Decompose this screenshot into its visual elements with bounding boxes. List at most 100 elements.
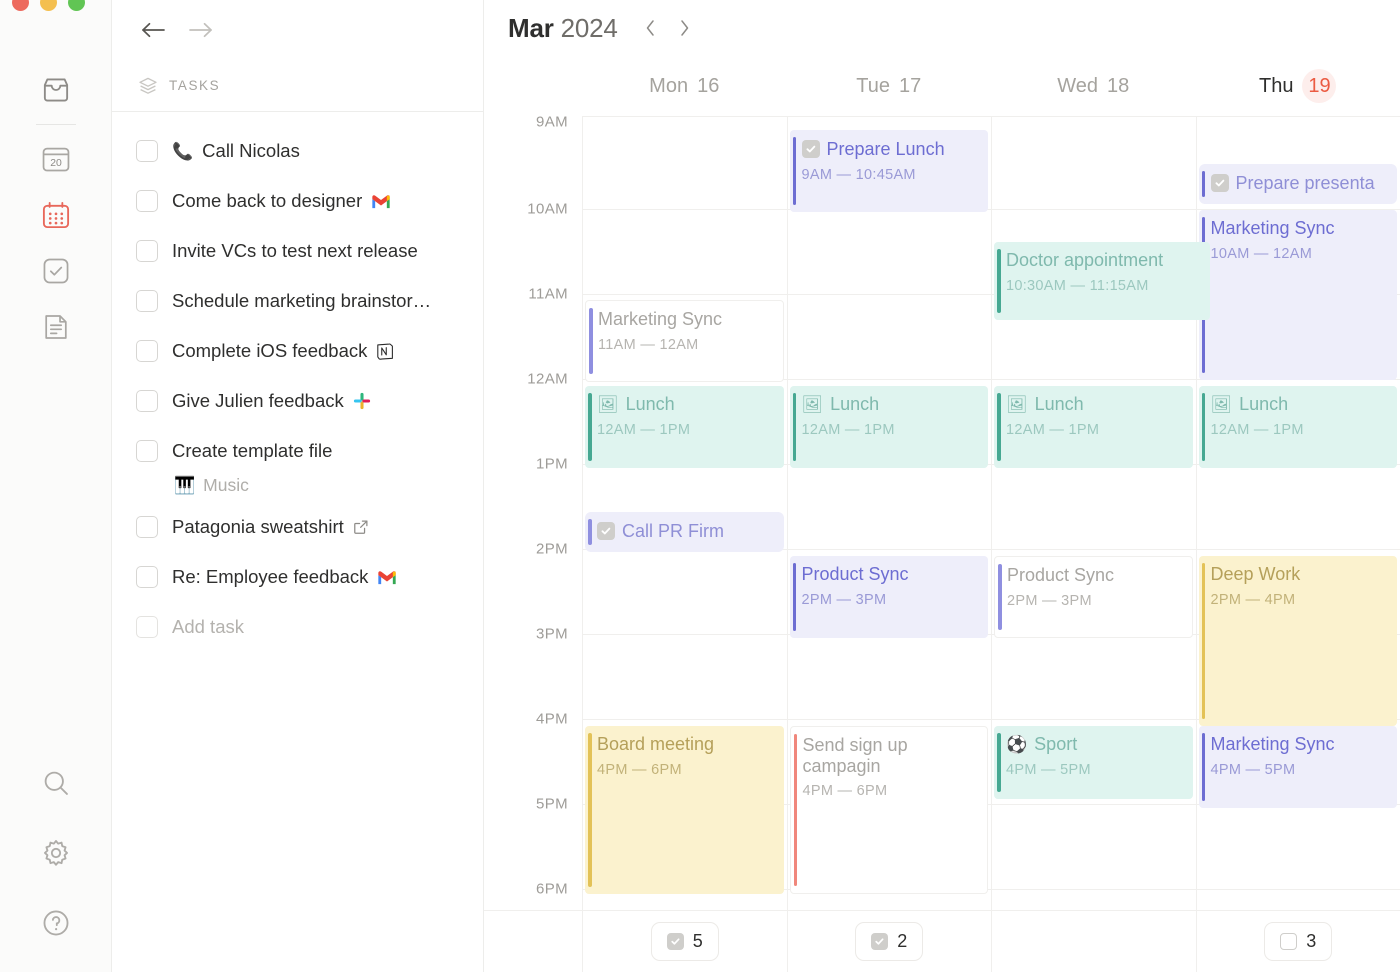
calendar: Mar 2024 Mon 16 Tue 17 Wed 18 Thu 19 9AM… (484, 0, 1400, 972)
task-subitem[interactable]: 🎹 Music (112, 468, 483, 502)
back-button[interactable] (140, 21, 166, 39)
day-number-today: 19 (1302, 69, 1337, 103)
day-number: 18 (1107, 74, 1130, 97)
inbox-icon (41, 77, 71, 103)
event-accent-bar (1201, 171, 1205, 197)
add-task-checkbox[interactable] (136, 616, 158, 638)
event-deep-work[interactable]: Deep Work 2PM — 4PM (1198, 556, 1397, 726)
event-call-pr-firm[interactable]: Call PR Firm (585, 512, 784, 552)
day-column-tue[interactable]: Prepare Lunch 9AM — 10:45AM 🖼 Lunch 12AM… (786, 116, 992, 910)
task-checkbox[interactable] (136, 140, 158, 162)
event-checkbox[interactable] (597, 522, 615, 541)
task-row[interactable]: Schedule marketing brainstor… (112, 276, 483, 326)
task-checkbox[interactable] (136, 390, 158, 412)
event-time: 2PM — 4PM (1210, 591, 1296, 608)
task-row[interactable]: Come back to designer (112, 176, 483, 226)
event-lunch[interactable]: 🖼 Lunch 12AM — 1PM (994, 386, 1193, 468)
task-count-badge[interactable]: 5 (650, 922, 719, 961)
task-checkbox[interactable] (136, 190, 158, 212)
piano-icon: 🎹 (174, 475, 196, 495)
task-checkbox[interactable] (136, 516, 158, 538)
rail-item-search[interactable] (28, 748, 84, 818)
rail-item-inbox[interactable] (28, 62, 84, 118)
task-title: Give Julien feedback (172, 390, 344, 411)
day-header-wed[interactable]: Wed 18 (991, 56, 1196, 116)
event-checkbox[interactable] (801, 140, 820, 159)
close-button[interactable] (12, 0, 29, 11)
task-checkbox[interactable] (136, 340, 158, 362)
event-product-sync[interactable]: Product Sync 2PM — 3PM (789, 556, 988, 638)
rail-item-calendar-day[interactable]: 20 (28, 131, 84, 187)
day-column-wed[interactable]: Doctor appointment 10:30AM — 11:15AM 🖼 L… (991, 116, 1210, 910)
task-checkbox[interactable] (136, 290, 158, 312)
event-lunch[interactable]: 🖼 Lunch 12AM — 1PM (789, 386, 988, 468)
task-subitem-label: 🎹 Music (174, 475, 249, 496)
add-task-row[interactable]: Add task (112, 602, 483, 652)
event-sport[interactable]: ⚽ Sport 4PM — 5PM (994, 726, 1193, 799)
rail-item-calendar-week[interactable] (28, 187, 84, 243)
checked-box-icon (666, 933, 684, 950)
task-row[interactable]: Invite VCs to test next release (112, 226, 483, 276)
event-time: 4PM — 6PM (802, 783, 888, 800)
task-row[interactable]: Give Julien feedback (112, 376, 483, 426)
event-title: Product Sync (1007, 565, 1115, 585)
event-lunch[interactable]: 🖼 Lunch 12AM — 1PM (1198, 386, 1397, 468)
event-title: ⚽ Sport (1006, 734, 1183, 755)
event-marketing-sync-afternoon[interactable]: Marketing Sync 4PM — 5PM (1198, 726, 1397, 808)
chevron-left-icon[interactable] (640, 17, 662, 39)
event-title: Product Sync (801, 564, 909, 584)
rail-item-notes[interactable] (28, 299, 84, 355)
unchecked-box-icon (1280, 933, 1298, 950)
day-weekday: Tue (856, 74, 890, 97)
maximize-button[interactable] (68, 0, 85, 11)
event-title: 🖼 Lunch (802, 394, 979, 415)
task-row[interactable]: 📞 Call Nicolas (112, 126, 483, 176)
event-lunch[interactable]: 🖼 Lunch 12AM — 1PM (585, 386, 784, 468)
rail-primary-nav: 20 (28, 62, 84, 355)
event-prepare-presentation[interactable]: Prepare presenta (1198, 164, 1397, 204)
event-send-sign-up-campaign[interactable]: Send sign up campagin 4PM — 6PM (789, 726, 988, 894)
forward-button[interactable] (188, 21, 214, 39)
task-count: 2 (897, 931, 908, 951)
task-count-badge[interactable]: 2 (855, 922, 924, 961)
event-product-sync[interactable]: Product Sync 2PM — 3PM (994, 556, 1193, 638)
task-row[interactable]: Patagonia sweatshirt (112, 502, 483, 552)
task-label: Invite VCs to test next release (172, 240, 418, 262)
day-header-thu[interactable]: Thu 19 (1196, 56, 1400, 116)
day-header-tue[interactable]: Tue 17 (787, 56, 992, 116)
day-column-mon[interactable]: Marketing Sync 11AM — 12AM 🖼 Lunch 12AM … (582, 116, 787, 910)
event-doctor-appointment[interactable]: Doctor appointment 10:30AM — 11:15AM (994, 242, 1210, 320)
event-marketing-sync[interactable]: Marketing Sync 11AM — 12AM (585, 300, 784, 382)
gmail-icon (371, 194, 391, 209)
event-board-meeting[interactable]: Board meeting 4PM — 6PM (585, 726, 784, 894)
event-time: 2PM — 3PM (801, 591, 887, 608)
task-row[interactable]: Complete iOS feedback (112, 326, 483, 376)
add-task-title: Add task (172, 616, 244, 637)
day-column-thu[interactable]: Prepare presenta Marketing Sync 10AM — 1… (1195, 116, 1400, 910)
task-title: Re: Employee feedback (172, 566, 369, 587)
task-row[interactable]: Re: Employee feedback (112, 552, 483, 602)
event-time: 2PM — 3PM (1007, 592, 1092, 609)
task-count: 5 (692, 931, 703, 951)
minimize-button[interactable] (40, 0, 57, 11)
task-checkbox[interactable] (136, 440, 158, 462)
day-columns: Marketing Sync 11AM — 12AM 🖼 Lunch 12AM … (484, 116, 1400, 910)
task-label: Complete iOS feedback (172, 340, 394, 362)
event-prepare-lunch[interactable]: Prepare Lunch 9AM — 10:45AM (789, 130, 988, 212)
event-time: 10AM — 12AM (1210, 245, 1313, 262)
rail-item-help[interactable] (28, 888, 84, 958)
chevron-right-icon[interactable] (674, 17, 696, 39)
picture-icon: 🖼 (597, 394, 619, 414)
tasks-panel: TASKS 📞 Call Nicolas Come back to design… (112, 0, 484, 972)
day-header-mon[interactable]: Mon 16 (582, 56, 787, 116)
rail-item-settings[interactable] (28, 818, 84, 888)
external-link-icon[interactable] (353, 519, 369, 535)
event-marketing-sync[interactable]: Marketing Sync 10AM — 12AM (1198, 210, 1397, 380)
task-checkbox[interactable] (136, 240, 158, 262)
event-checkbox[interactable] (1210, 174, 1229, 193)
window-controls (12, 0, 85, 11)
task-count-badge[interactable]: 3 (1264, 922, 1333, 961)
layers-icon (138, 76, 158, 96)
task-checkbox[interactable] (136, 566, 158, 588)
rail-item-tasks[interactable] (28, 243, 84, 299)
